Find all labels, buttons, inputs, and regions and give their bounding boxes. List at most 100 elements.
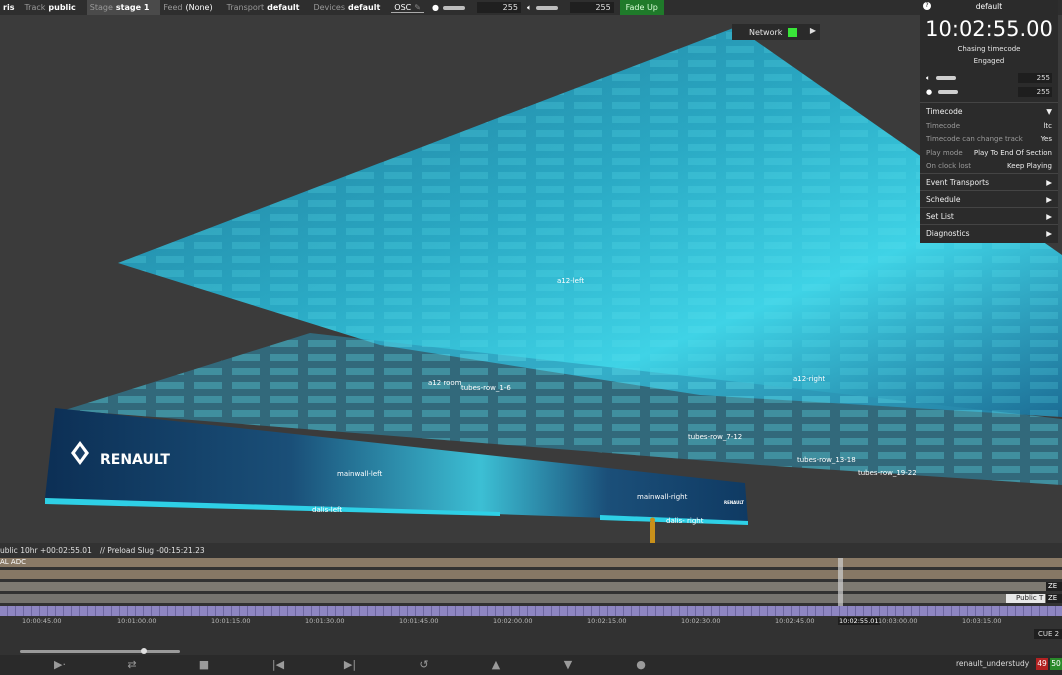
setting-label: Timecode can change track: [926, 135, 1023, 144]
track-selector[interactable]: Track public: [21, 0, 86, 15]
stage-selector[interactable]: Stage stage 1: [86, 0, 161, 15]
label-tubes-row-1-6: tubes-row_1-6: [461, 384, 511, 392]
record-icon[interactable]: ●: [633, 658, 649, 672]
track-adc[interactable]: AL ADC: [0, 558, 1062, 567]
tick-label: 10:03:00.00: [878, 617, 918, 625]
panel-volume-value[interactable]: 255: [1018, 73, 1052, 83]
chevron-right-icon: ▶: [1046, 194, 1052, 204]
chevron-right-icon: ▶: [1046, 177, 1052, 187]
setting-value: Yes: [1040, 135, 1052, 144]
project-field[interactable]: ris: [0, 0, 21, 15]
setting-row[interactable]: Play mode Play To End Of Section: [920, 146, 1058, 160]
project-name: ris: [3, 3, 15, 12]
triangle-up-icon[interactable]: ▲: [488, 658, 504, 672]
brand-text-small: RENAULT: [724, 500, 744, 505]
osc-toggle[interactable]: OSC ✎: [391, 2, 424, 13]
track-adc-label: AL ADC: [0, 558, 26, 566]
timeline-position: ublic 10hr +00:02:55.01: [0, 546, 92, 555]
osc-label: OSC: [394, 2, 412, 12]
stage-scene: RENAULT RENAULT a12-left a12 room tubes-…: [45, 27, 1062, 543]
play-section-icon[interactable]: ▶·: [52, 658, 68, 672]
section-schedule[interactable]: Schedule ▶: [920, 190, 1058, 207]
timeline[interactable]: ublic 10hr +00:02:55.01 // Preload Slug …: [0, 543, 1062, 655]
pencil-icon: ✎: [414, 2, 421, 12]
speaker-icon: 🔈︎: [526, 2, 532, 12]
label-tubes-row-13-18: tubes-row_13-18: [797, 456, 856, 464]
panel-brightness-row: ● 255: [920, 85, 1058, 99]
feed-value: (None): [185, 3, 213, 12]
playhead-time: 10:02:55.01: [838, 617, 880, 625]
devices-label: Devices: [313, 3, 345, 12]
top-toolbar: ris Track public Stage stage 1 Feed (Non…: [0, 0, 1062, 15]
fade-up-button[interactable]: Fade Up: [619, 0, 664, 15]
section-diagnostics[interactable]: Diagnostics ▶: [920, 224, 1058, 241]
volume-value[interactable]: 255: [569, 2, 614, 13]
panel-brightness-value[interactable]: 255: [1018, 87, 1052, 97]
panel-volume-slider[interactable]: [936, 76, 957, 80]
tick-label: 10:01:30.00: [305, 617, 345, 625]
cue-marker[interactable]: CUE 2: [1034, 629, 1062, 639]
label-mainwall-right: mainwall-right: [637, 493, 688, 501]
section-set-list[interactable]: Set List ▶: [920, 207, 1058, 224]
setting-row[interactable]: Timecode can change track Yes: [920, 133, 1058, 147]
chevron-down-icon: ▼: [1046, 106, 1052, 116]
section-label: Event Transports: [926, 177, 989, 187]
track-tag[interactable]: ZE: [1046, 594, 1062, 603]
network-led-icon: [788, 27, 798, 37]
panel-status-line2: Engaged: [973, 57, 1005, 65]
track-lane[interactable]: [0, 594, 1062, 603]
track-tag[interactable]: ZE: [1046, 582, 1062, 591]
tick-label: 10:01:00.00: [117, 617, 157, 625]
track-value: public: [48, 3, 76, 12]
devices-value: default: [347, 3, 381, 12]
skip-forward-icon[interactable]: ▶|: [342, 658, 358, 672]
timeline-status: ublic 10hr +00:02:55.01 // Preload Slug …: [0, 543, 1062, 558]
stage-viewport[interactable]: RENAULT RENAULT a12-left a12 room tubes-…: [0, 15, 1062, 543]
transport-bar: ▶· ⇄ ■ |◀ ▶| ↺ ▲ ▼ ● renault_understudy …: [0, 655, 1062, 675]
label-dalis-left: dalis-left: [312, 506, 342, 514]
setting-value: ltc: [1043, 121, 1052, 130]
feed-selector[interactable]: Feed (None): [160, 0, 223, 15]
setting-row[interactable]: Timecode ltc: [920, 119, 1058, 133]
time-ruler: 10:00:45.00 10:01:00.00 10:01:15.00 10:0…: [0, 617, 1062, 627]
timecode-settings: Timecode ltc Timecode can change track Y…: [920, 119, 1058, 173]
track-lane[interactable]: [0, 570, 1062, 579]
devices-selector[interactable]: Devices default: [310, 0, 391, 15]
undo-icon[interactable]: ↺: [416, 658, 432, 672]
transport-selector[interactable]: Transport default: [224, 0, 311, 15]
section-event-transports[interactable]: Event Transports ▶: [920, 173, 1058, 190]
setting-label: Timecode: [926, 121, 961, 130]
volume-slider[interactable]: [535, 5, 558, 10]
ruler-band[interactable]: [0, 606, 1062, 616]
loop-icon[interactable]: ⇄: [124, 658, 140, 672]
section-timecode[interactable]: Timecode ▼: [920, 102, 1058, 119]
label-a12-right: a12-right: [793, 375, 825, 383]
person-figure: [650, 522, 655, 543]
timecode-panel: ? default 10:02:55.00 Chasing timecode E…: [920, 0, 1058, 243]
triangle-down-icon[interactable]: ▼: [560, 658, 576, 672]
brightness-value[interactable]: 255: [476, 2, 521, 13]
setting-value: Play To End Of Section: [973, 148, 1052, 157]
panel-clock: 10:02:55.00: [925, 17, 1053, 41]
badge-red: 49: [1036, 658, 1048, 670]
transport-value: default: [267, 3, 300, 12]
panel-brightness-slider[interactable]: [938, 90, 959, 94]
setting-row[interactable]: On clock lost Keep Playing: [920, 160, 1058, 174]
scroll-bar[interactable]: [20, 650, 180, 653]
setting-label: Play mode: [926, 148, 963, 157]
network-status[interactable]: Network ▶: [732, 24, 820, 40]
section-label: Schedule: [926, 194, 961, 204]
brightness-slider[interactable]: [442, 5, 465, 10]
track-lane[interactable]: [0, 582, 1062, 591]
label-a12-left: a12-left: [557, 277, 584, 285]
section-label: Set List: [926, 211, 954, 221]
info-icon[interactable]: ?: [923, 2, 931, 10]
skip-back-icon[interactable]: |◀: [270, 658, 286, 672]
track-tag-public[interactable]: Public T: [1006, 594, 1045, 603]
scroll-thumb[interactable]: [141, 648, 147, 654]
chevron-right-icon: ▶: [809, 26, 816, 35]
transport-label: Transport: [226, 3, 265, 12]
panel-volume-row: 🔈︎ 255: [920, 71, 1058, 85]
tick-label: 10:02:30.00: [681, 617, 721, 625]
stop-icon[interactable]: ■: [196, 658, 212, 672]
